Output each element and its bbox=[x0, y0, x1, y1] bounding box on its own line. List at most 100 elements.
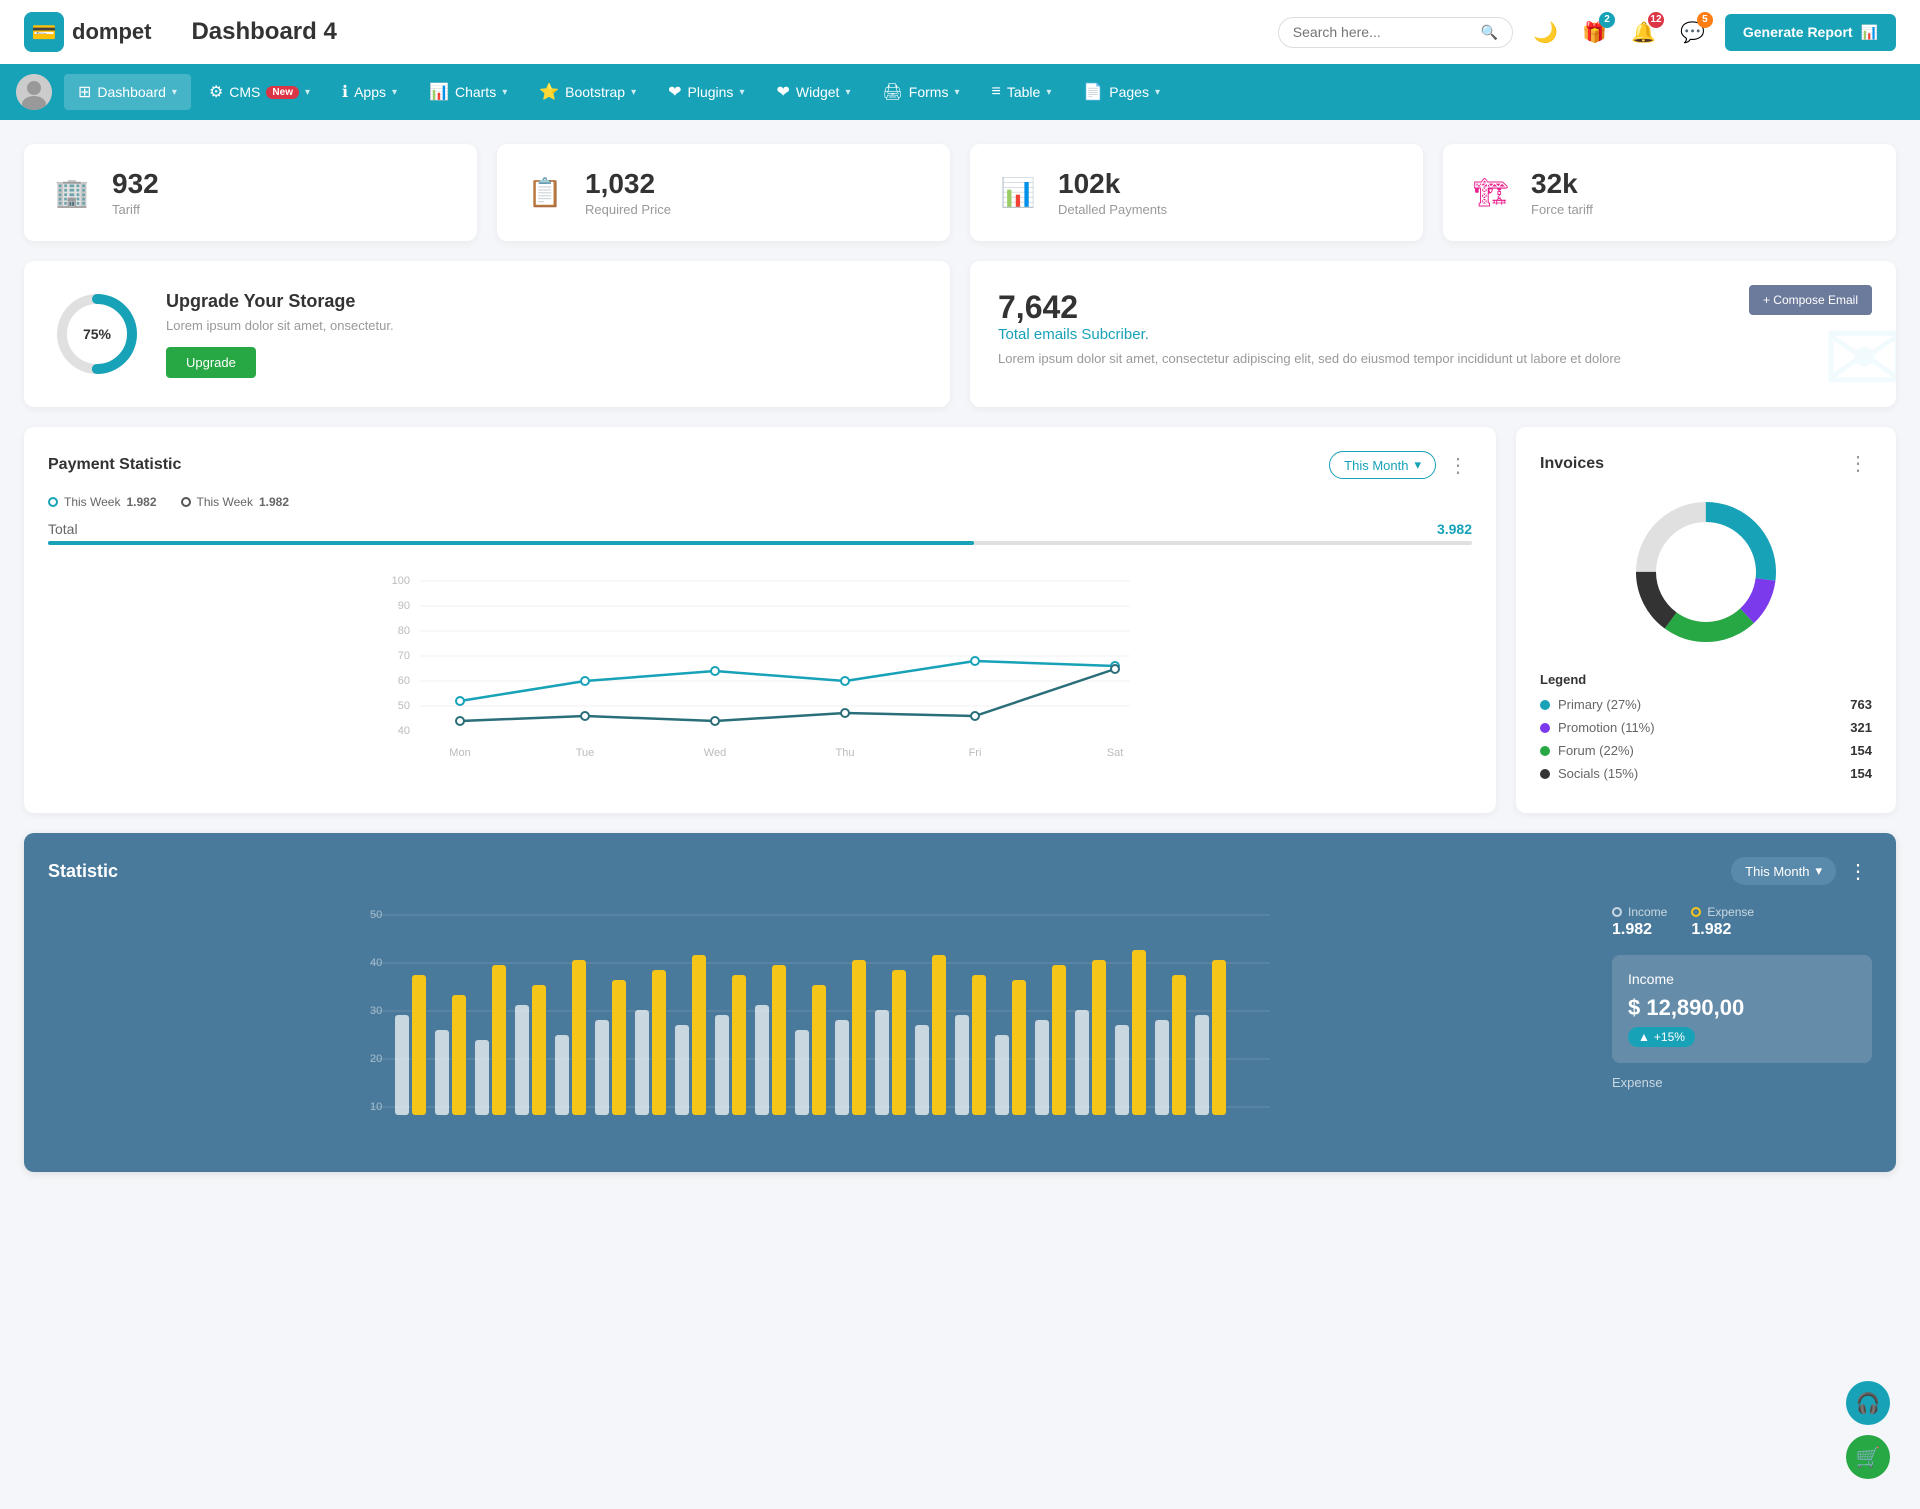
nav-label-apps: Apps bbox=[354, 84, 386, 100]
income-card-label: Income bbox=[1628, 971, 1856, 987]
svg-text:50: 50 bbox=[370, 909, 382, 921]
payments-number: 102k bbox=[1058, 168, 1167, 200]
price-label: Required Price bbox=[585, 202, 671, 217]
nav-item-bootstrap[interactable]: ⭐ Bootstrap ▾ bbox=[525, 74, 650, 110]
nav-item-pages[interactable]: 📄 Pages ▾ bbox=[1069, 74, 1174, 110]
price-number: 1,032 bbox=[585, 168, 671, 200]
svg-text:Fri: Fri bbox=[969, 747, 982, 759]
upgrade-percent-label: 75% bbox=[83, 326, 111, 342]
chat-button[interactable]: 💬 5 bbox=[1676, 16, 1709, 49]
gift-button[interactable]: 🎁 2 bbox=[1578, 16, 1611, 49]
fab-action-button[interactable]: 🛒 bbox=[1846, 1435, 1890, 1479]
payments-label: Detalled Payments bbox=[1058, 202, 1167, 217]
statistic-controls: This Month ▾ ⋮ bbox=[1731, 857, 1872, 885]
income-detail-card: Income $ 12,890,00 ▲ +15% bbox=[1612, 955, 1872, 1063]
upgrade-card: 75% Upgrade Your Storage Lorem ipsum dol… bbox=[24, 261, 950, 407]
payment-total-row: Total 3.982 bbox=[48, 521, 1472, 537]
email-subtitle: Total emails Subcriber. bbox=[998, 326, 1868, 343]
header: 💳 dompet Dashboard 4 🔍 🌙 🎁 2 🔔 12 💬 5 Ge… bbox=[0, 0, 1920, 64]
invoices-more-button[interactable]: ⋮ bbox=[1844, 451, 1872, 476]
svg-text:70: 70 bbox=[398, 650, 410, 662]
chevron-down-icon: ▾ bbox=[172, 87, 177, 98]
search-icon: 🔍 bbox=[1481, 24, 1498, 41]
chevron-down-icon-charts: ▾ bbox=[502, 87, 507, 98]
dashboard-icon: ⊞ bbox=[78, 82, 91, 102]
income-legend-item: Income 1.982 bbox=[1612, 905, 1667, 939]
nav-item-forms[interactable]: 🖨 Forms ▾ bbox=[868, 74, 973, 110]
chevron-down-icon-forms: ▾ bbox=[954, 87, 959, 98]
nav-label-pages: Pages bbox=[1109, 84, 1149, 100]
expense-legend-item: Expense 1.982 bbox=[1691, 905, 1754, 939]
email-description: Lorem ipsum dolor sit amet, consectetur … bbox=[998, 351, 1868, 366]
nav-item-table[interactable]: ≡ Table ▾ bbox=[978, 75, 1066, 109]
payment-legend: This Week 1.982 This Week 1.982 bbox=[48, 495, 1472, 509]
nav-item-cms[interactable]: ⚙ CMS New ▾ bbox=[195, 74, 324, 110]
nav-label-charts: Charts bbox=[455, 84, 496, 100]
statistic-more-button[interactable]: ⋮ bbox=[1844, 859, 1872, 884]
this-month-filter-button[interactable]: This Month ▾ bbox=[1329, 451, 1436, 479]
stat-card-tariff: 🏢 932 Tariff bbox=[24, 144, 477, 241]
statistic-month-filter-button[interactable]: This Month ▾ bbox=[1731, 857, 1836, 885]
bell-button[interactable]: 🔔 12 bbox=[1627, 16, 1660, 49]
stat-info-payments: 102k Detalled Payments bbox=[1058, 168, 1167, 217]
fab-support-button[interactable]: 🎧 bbox=[1846, 1381, 1890, 1425]
legend-row-socials: Socials (15%) 154 bbox=[1540, 766, 1872, 781]
payment-card-header: Payment Statistic This Month ▾ ⋮ bbox=[48, 451, 1472, 479]
search-box[interactable]: 🔍 bbox=[1278, 17, 1513, 48]
statistic-card: Statistic This Month ▾ ⋮ bbox=[24, 833, 1896, 1172]
bootstrap-icon: ⭐ bbox=[539, 82, 559, 102]
legend-dot-socials bbox=[1540, 769, 1550, 779]
generate-report-button[interactable]: Generate Report 📊 bbox=[1725, 14, 1896, 51]
legend-dot-teal bbox=[48, 497, 58, 507]
nav-item-widget[interactable]: ❤ Widget ▾ bbox=[762, 74, 864, 110]
apps-icon: ℹ bbox=[342, 82, 348, 102]
tariff-icon: 🏢 bbox=[48, 169, 96, 217]
price-icon: 📋 bbox=[521, 169, 569, 217]
legend-row-primary: Primary (27%) 763 bbox=[1540, 697, 1872, 712]
charts-icon: 📊 bbox=[429, 82, 449, 102]
search-input[interactable] bbox=[1293, 24, 1473, 40]
plugins-icon: ❤ bbox=[668, 82, 681, 102]
chevron-down-icon-table: ▾ bbox=[1046, 87, 1051, 98]
stat-info-tariff: 932 Tariff bbox=[112, 168, 159, 217]
arrow-up-icon: ▲ bbox=[1638, 1030, 1650, 1044]
nav-item-plugins[interactable]: ❤ Plugins ▾ bbox=[654, 74, 758, 110]
svg-text:Wed: Wed bbox=[704, 747, 726, 759]
more-options-button[interactable]: ⋮ bbox=[1444, 453, 1472, 478]
table-icon: ≡ bbox=[992, 83, 1001, 101]
expense-legend-value: 1.982 bbox=[1691, 921, 1754, 939]
statistic-legend: Income 1.982 Expense 1.982 bbox=[1612, 905, 1872, 939]
chevron-down-icon-stat: ▾ bbox=[1815, 863, 1822, 879]
upgrade-button[interactable]: Upgrade bbox=[166, 347, 256, 378]
payments-icon: 📊 bbox=[994, 169, 1042, 217]
invoices-legend: Legend Primary (27%) 763 Promotion (11%)… bbox=[1540, 672, 1872, 781]
bar-chart-icon: 📊 bbox=[1861, 24, 1878, 41]
statistic-header: Statistic This Month ▾ ⋮ bbox=[48, 857, 1872, 885]
nav-label-table: Table bbox=[1007, 84, 1040, 100]
nav-item-charts[interactable]: 📊 Charts ▾ bbox=[415, 74, 521, 110]
chevron-down-icon-pages: ▾ bbox=[1155, 87, 1160, 98]
legend-dot-primary bbox=[1540, 700, 1550, 710]
charts-row: Payment Statistic This Month ▾ ⋮ This We… bbox=[24, 427, 1896, 813]
nav-item-dashboard[interactable]: ⊞ Dashboard ▾ bbox=[64, 74, 191, 110]
nav-label-widget: Widget bbox=[796, 84, 840, 100]
widget-icon: ❤ bbox=[776, 82, 789, 102]
stat-card-price: 📋 1,032 Required Price bbox=[497, 144, 950, 241]
bell-badge: 12 bbox=[1648, 12, 1664, 28]
logo-icon: 💳 bbox=[24, 12, 64, 52]
legend-item-this-week-1: This Week 1.982 bbox=[48, 495, 157, 509]
moon-button[interactable]: 🌙 bbox=[1529, 16, 1562, 49]
logo-text: dompet bbox=[72, 19, 151, 45]
statistic-title: Statistic bbox=[48, 861, 118, 882]
chevron-down-icon-widget: ▾ bbox=[845, 87, 850, 98]
income-legend-dot bbox=[1612, 907, 1622, 917]
nav-item-apps[interactable]: ℹ Apps ▾ bbox=[328, 74, 411, 110]
upgrade-content: Upgrade Your Storage Lorem ipsum dolor s… bbox=[166, 291, 394, 378]
logo: 💳 dompet bbox=[24, 12, 151, 52]
tariff-number: 932 bbox=[112, 168, 159, 200]
legend-row-forum: Forum (22%) 154 bbox=[1540, 743, 1872, 758]
svg-text:30: 30 bbox=[370, 1005, 382, 1017]
tariff-label: Tariff bbox=[112, 202, 159, 217]
svg-text:50: 50 bbox=[398, 700, 410, 712]
chevron-down-icon-bootstrap: ▾ bbox=[631, 87, 636, 98]
